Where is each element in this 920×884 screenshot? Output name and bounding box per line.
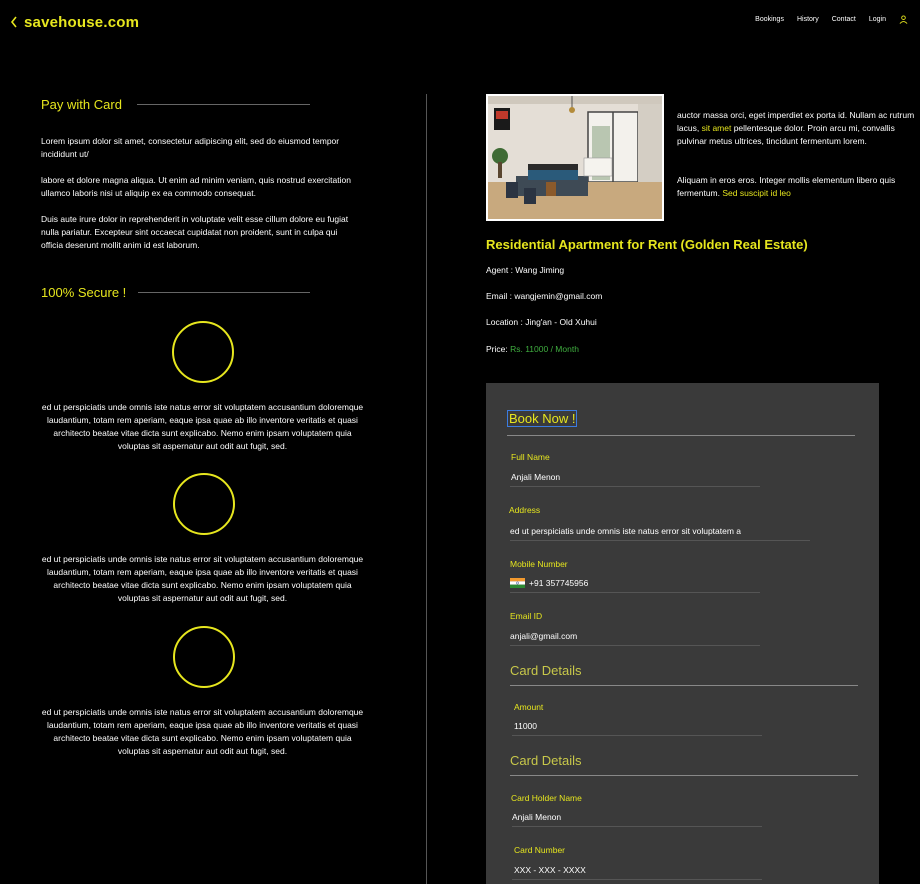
field-underline	[512, 879, 762, 880]
form-rule	[510, 685, 858, 686]
feature-circle-icon	[173, 626, 235, 688]
feature-circle-icon	[173, 473, 235, 535]
booking-form: Book Now ! Full Name Anjali Menon Addres…	[486, 383, 879, 884]
price-info: Price: Rs. 11000 / Month	[486, 344, 579, 354]
feature-text-1: ed ut perspiciatis unde omnis iste natus…	[41, 402, 364, 451]
card-holder-label: Card Holder Name	[511, 793, 582, 803]
field-underline	[510, 592, 760, 593]
column-divider	[426, 94, 427, 884]
location-info: Location : Jing'an - Old Xuhui	[486, 317, 597, 327]
apartment-photo	[486, 94, 664, 221]
card-holder-field[interactable]: Anjali Menon	[512, 812, 561, 822]
brand-logo[interactable]: savehouse.com	[24, 14, 139, 31]
agent-info: Agent : Wang Jiming	[486, 265, 565, 275]
nav-history[interactable]: History	[797, 16, 819, 23]
nav-login[interactable]: Login	[869, 16, 886, 23]
field-underline	[510, 645, 760, 646]
feature-text-2: ed ut perspiciatis unde omnis iste natus…	[41, 554, 364, 603]
email-field[interactable]: anjali@gmail.com	[510, 631, 577, 641]
listing-description-1: auctor massa orci, eget imperdiet ex por…	[677, 109, 915, 148]
intro-paragraph-1: Lorem ipsum dolor sit amet, consectetur …	[41, 136, 340, 159]
address-label: Address	[509, 505, 541, 515]
field-underline	[512, 735, 762, 736]
india-flag-icon	[510, 578, 525, 588]
feature-text-3: ed ut perspiciatis unde omnis iste natus…	[41, 707, 364, 756]
card-number-label: Card Number	[514, 845, 566, 855]
title-rule	[138, 292, 310, 293]
feature-circle-icon	[172, 321, 234, 383]
mobile-label: Mobile Number	[510, 559, 568, 569]
secure-title: 100% Secure !	[41, 285, 127, 300]
user-icon[interactable]	[899, 15, 908, 24]
nav-contact[interactable]: Contact	[832, 16, 856, 23]
top-bar: savehouse.com Bookings History Contact L…	[0, 0, 920, 44]
form-rule	[510, 775, 858, 776]
card-details-heading: Card Details	[510, 753, 582, 768]
form-rule	[507, 435, 855, 436]
listing-description-2: Aliquam in eros eros. Integer mollis ele…	[677, 174, 915, 200]
inline-link[interactable]: sit amet	[702, 123, 732, 133]
inline-link[interactable]: Sed suscipit id leo	[722, 188, 791, 198]
title-rule	[137, 104, 310, 105]
field-underline	[512, 826, 762, 827]
book-now-title: Book Now !	[507, 410, 578, 427]
mobile-number-value: +91 357745956	[529, 578, 589, 588]
card-number-field[interactable]: XXX - XXX - XXXX	[514, 865, 586, 875]
full-name-label: Full Name	[511, 452, 550, 462]
price-value: Rs. 11000 / Month	[510, 344, 579, 354]
address-field[interactable]: ed ut perspiciatis unde omnis iste natus…	[510, 526, 741, 536]
nav-bookings[interactable]: Bookings	[755, 16, 784, 23]
mobile-field[interactable]: +91 357745956	[510, 578, 588, 588]
pay-with-card-title: Pay with Card	[41, 97, 122, 112]
email-info: Email : wangjemin@gmail.com	[486, 291, 603, 301]
amount-field[interactable]: 11000	[514, 721, 537, 731]
listing-title: Residential Apartment for Rent (Golden R…	[486, 237, 808, 252]
chevron-left-icon[interactable]	[8, 14, 20, 30]
field-underline	[510, 540, 810, 541]
apartment-photo-illustration	[488, 96, 662, 219]
price-label: Price:	[486, 344, 511, 354]
field-underline	[510, 486, 760, 487]
card-details-heading: Card Details	[510, 663, 582, 678]
main-nav: Bookings History Contact Login	[755, 15, 908, 24]
intro-paragraph-3: Duis aute irure dolor in reprehenderit i…	[41, 214, 349, 250]
full-name-field[interactable]: Anjali Menon	[511, 472, 560, 482]
email-label: Email ID	[510, 611, 543, 621]
amount-label: Amount	[514, 702, 544, 712]
intro-paragraph-2: labore et dolore magna aliqua. Ut enim a…	[41, 175, 351, 198]
